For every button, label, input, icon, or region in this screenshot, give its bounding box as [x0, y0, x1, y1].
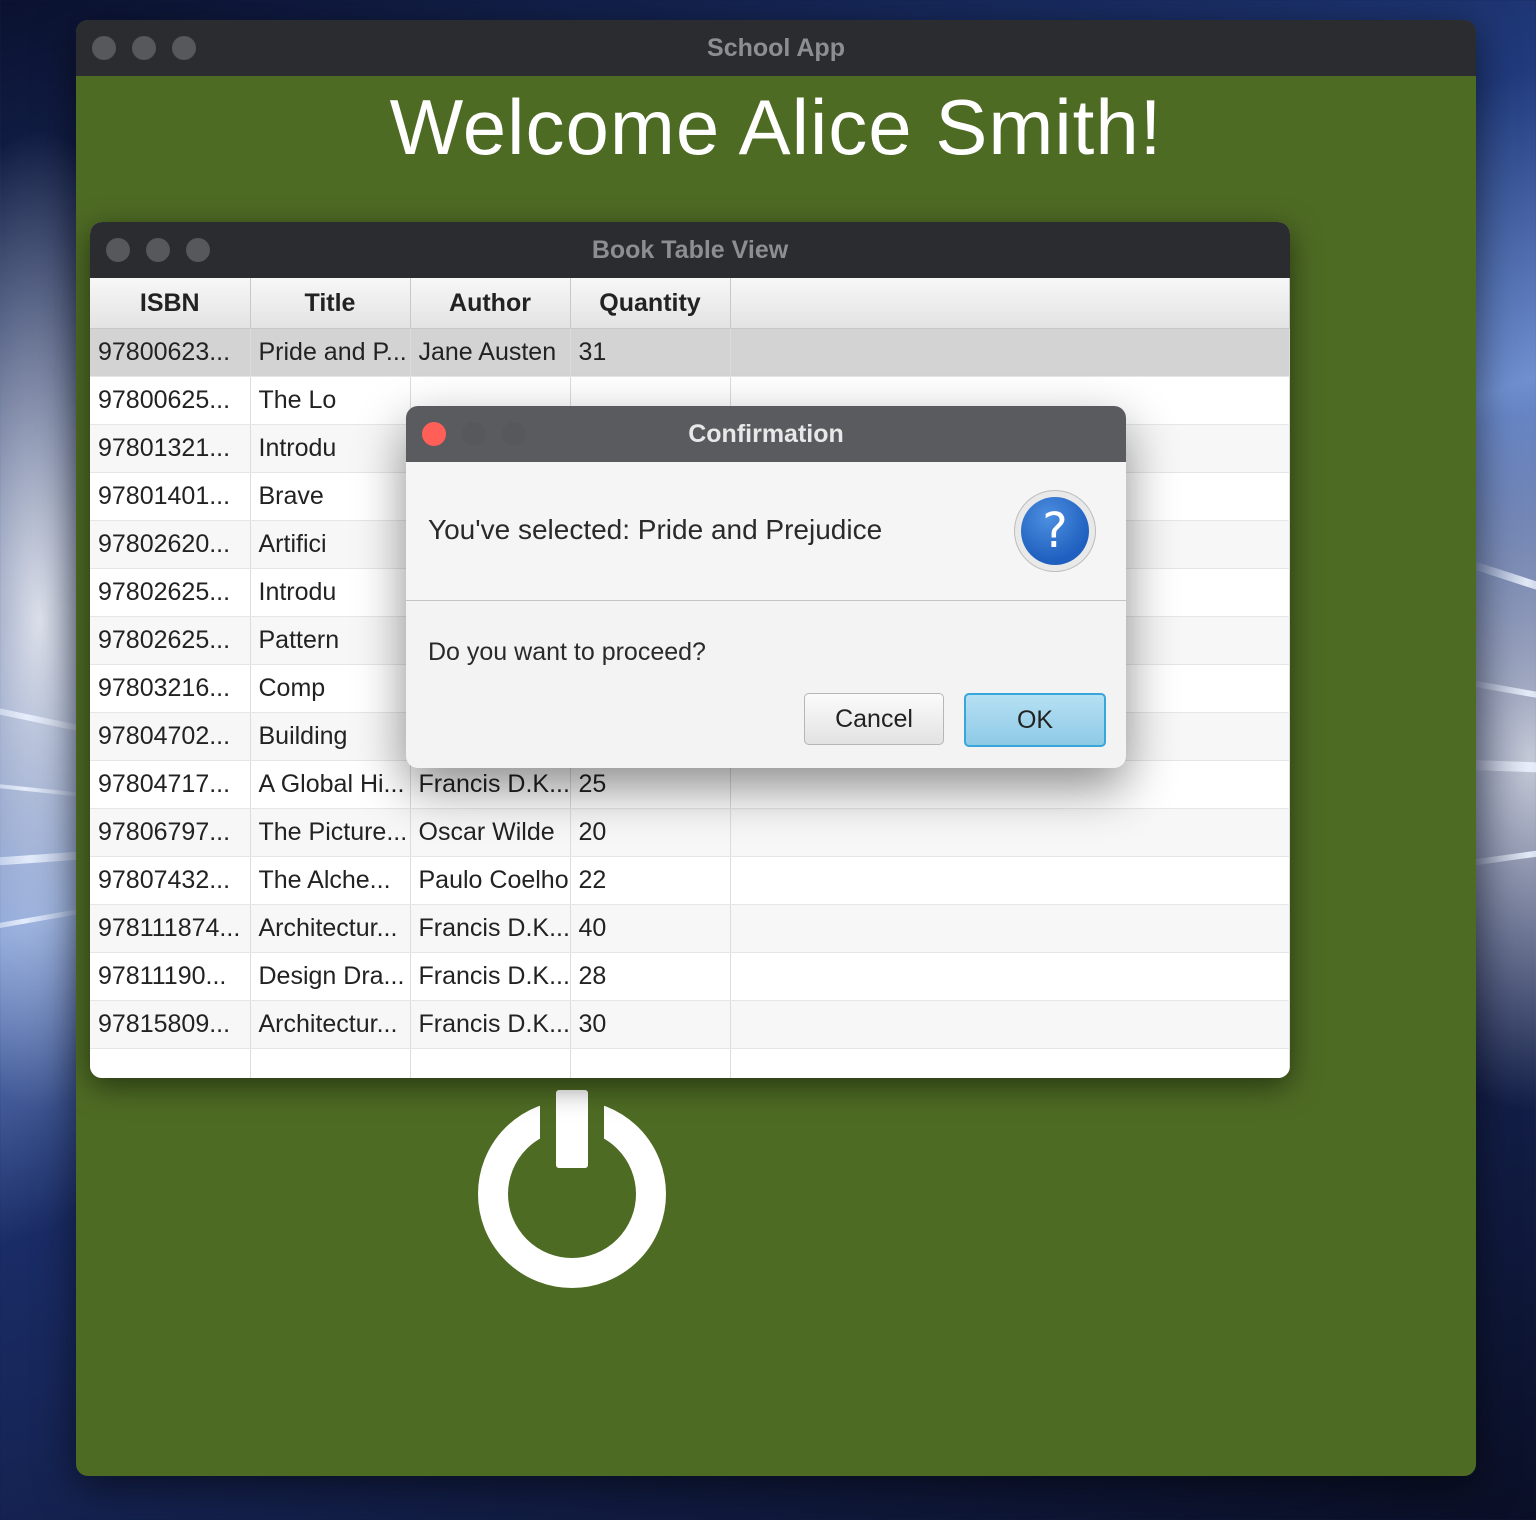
cell-isbn: 97811190... [90, 952, 251, 1001]
dialog-titlebar[interactable]: Confirmation [406, 406, 1126, 462]
table-row[interactable]: 97806797... The Picture... Oscar Wilde 20 [90, 808, 1290, 857]
window-controls [422, 406, 526, 462]
dialog-header: You've selected: Pride and Prejudice ? [406, 462, 1126, 601]
table-row[interactable]: 97811190... Design Dra... Francis D.K... 28 [90, 952, 1290, 1001]
close-dialog-button[interactable] [422, 422, 446, 446]
cell-author: Paulo Coelho [410, 856, 571, 905]
ok-button[interactable]: OK [964, 693, 1106, 747]
cell-title: The Alche... [250, 856, 411, 905]
window-title: School App [707, 33, 845, 62]
cell-quantity: 22 [570, 856, 731, 905]
column-header-author[interactable]: Author [410, 278, 571, 329]
minimize-window-button[interactable] [132, 36, 156, 60]
cell-isbn: 97803216... [90, 664, 251, 713]
cell-isbn: 97806797... [90, 808, 251, 857]
cell-author [410, 1048, 571, 1078]
close-window-button[interactable] [106, 238, 130, 262]
dialog-content-text: Do you want to proceed? [428, 638, 706, 666]
cell-title: Brave [250, 472, 411, 521]
cell-filler [730, 808, 1290, 857]
table-header-row: ISBN Title Author Quantity [90, 278, 1290, 329]
cancel-button[interactable]: Cancel [804, 693, 944, 745]
main-titlebar[interactable]: School App [76, 20, 1476, 76]
zoom-dialog-button[interactable] [502, 422, 526, 446]
cell-title: Introdu [250, 424, 411, 473]
cell-filler [730, 328, 1290, 377]
cell-title: Architectur... [250, 1000, 411, 1049]
dialog-header-text: You've selected: Pride and Prejudice [428, 514, 883, 545]
book-titlebar[interactable]: Book Table View [90, 222, 1290, 278]
window-controls [92, 20, 196, 76]
cell-filler [730, 1000, 1290, 1049]
cell-isbn: 97807432... [90, 856, 251, 905]
cell-title: The Picture... [250, 808, 411, 857]
cell-isbn: 97804717... [90, 760, 251, 809]
cell-title: Pride and P... [250, 328, 411, 377]
minimize-window-button[interactable] [146, 238, 170, 262]
cell-quantity [570, 1048, 731, 1078]
cell-isbn: 978111874... [90, 904, 251, 953]
cell-title: Building [250, 712, 411, 761]
cell-title: The Lo [250, 376, 411, 425]
column-header-title[interactable]: Title [250, 278, 411, 329]
cell-title [250, 1048, 411, 1078]
cell-title: Design Dra... [250, 952, 411, 1001]
column-header-quantity[interactable]: Quantity [570, 278, 731, 329]
cell-author: Jane Austen [410, 328, 571, 377]
cell-isbn [90, 1048, 251, 1078]
cell-title: Pattern [250, 616, 411, 665]
cell-title: Comp [250, 664, 411, 713]
cell-quantity: 30 [570, 1000, 731, 1049]
cell-isbn: 97801401... [90, 472, 251, 521]
cell-isbn: 97800625... [90, 376, 251, 425]
table-row[interactable]: 97800623... Pride and P... Jane Austen 31 [90, 328, 1290, 377]
minimize-dialog-button[interactable] [462, 422, 486, 446]
column-header-isbn[interactable]: ISBN [90, 278, 251, 329]
cell-quantity: 28 [570, 952, 731, 1001]
cell-quantity: 40 [570, 904, 731, 953]
cell-filler [730, 904, 1290, 953]
table-row[interactable]: 97807432... The Alche... Paulo Coelho 22 [90, 856, 1290, 905]
dialog-title: Confirmation [688, 419, 844, 448]
table-row[interactable] [90, 1048, 1290, 1078]
welcome-heading: Welcome Alice Smith! [389, 83, 1163, 171]
confirmation-dialog: Confirmation You've selected: Pride and … [406, 406, 1126, 768]
cell-title: A Global Hi... [250, 760, 411, 809]
question-icon: ? [1014, 490, 1096, 572]
cell-isbn: 97802620... [90, 520, 251, 569]
cell-filler [730, 952, 1290, 1001]
cell-title: Architectur... [250, 904, 411, 953]
cell-title: Introdu [250, 568, 411, 617]
cell-author: Francis D.K... [410, 904, 571, 953]
cell-title: Artifici [250, 520, 411, 569]
column-header-filler [730, 278, 1290, 329]
zoom-window-button[interactable] [186, 238, 210, 262]
cell-isbn: 97800623... [90, 328, 251, 377]
cell-quantity: 31 [570, 328, 731, 377]
window-title: Book Table View [591, 235, 789, 264]
cell-isbn: 97815809... [90, 1000, 251, 1049]
table-row[interactable]: 97815809... Architectur... Francis D.K... 3… [90, 1000, 1290, 1049]
cell-isbn: 97804702... [90, 712, 251, 761]
power-icon[interactable] [468, 1090, 676, 1298]
cell-author: Francis D.K... [410, 952, 571, 1001]
close-window-button[interactable] [92, 36, 116, 60]
cell-isbn: 97801321... [90, 424, 251, 473]
window-controls [106, 222, 210, 278]
cell-filler [730, 1048, 1290, 1078]
cell-isbn: 97802625... [90, 568, 251, 617]
cell-filler [730, 856, 1290, 905]
table-row[interactable]: 978111874... Architectur... Francis D.K...… [90, 904, 1290, 953]
cell-author: Francis D.K... [410, 1000, 571, 1049]
cell-quantity: 20 [570, 808, 731, 857]
cell-author: Oscar Wilde [410, 808, 571, 857]
cell-isbn: 97802625... [90, 616, 251, 665]
zoom-window-button[interactable] [172, 36, 196, 60]
